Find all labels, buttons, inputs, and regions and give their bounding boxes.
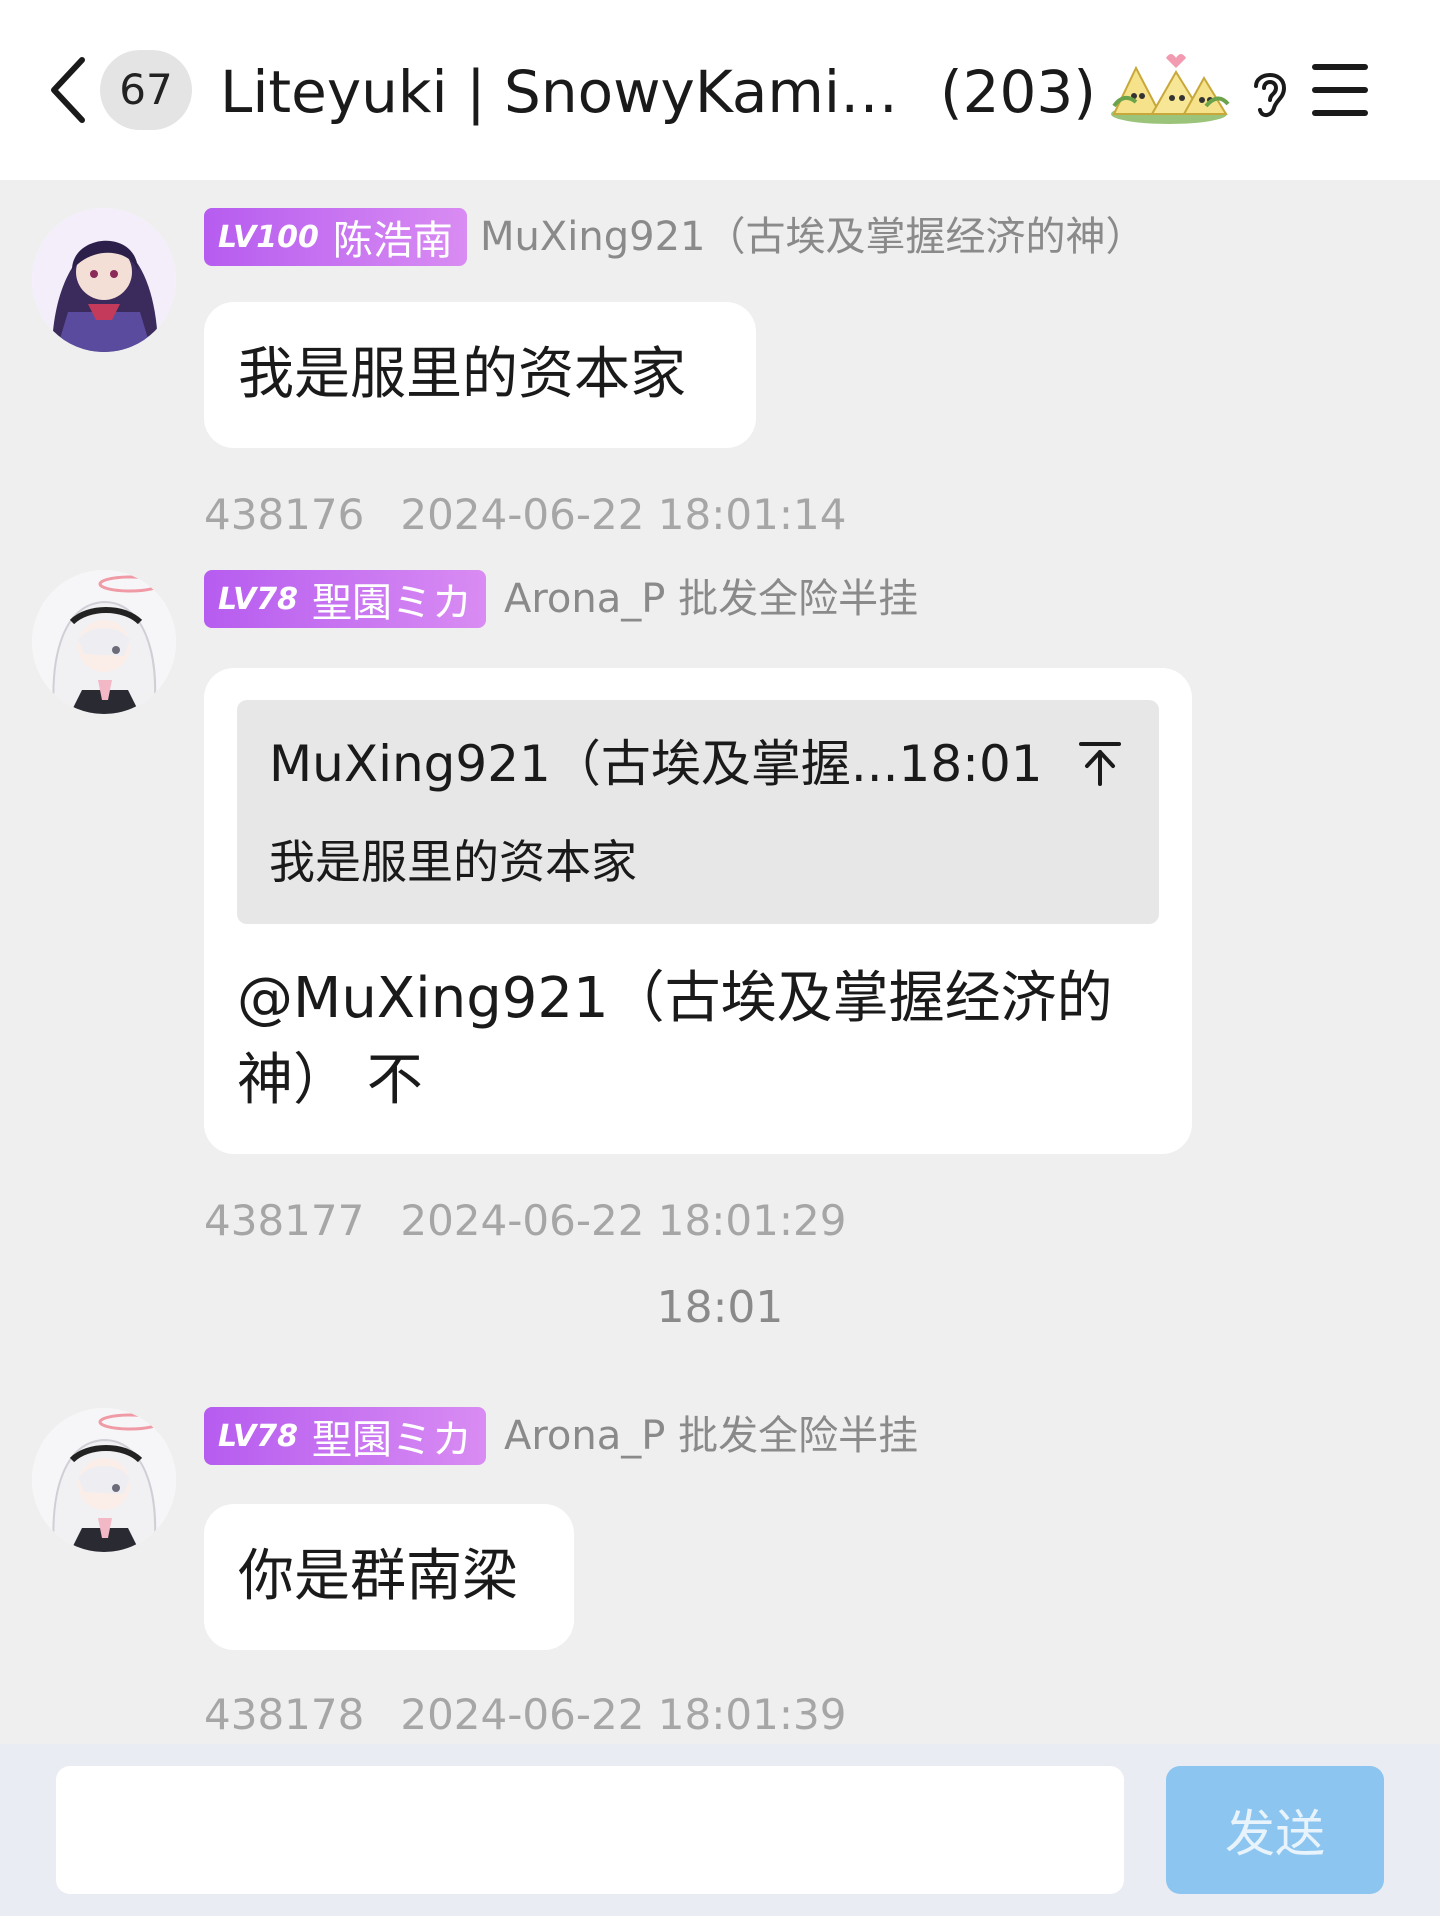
unread-count-badge[interactable]: 67 xyxy=(100,50,192,130)
level-label: LV78 xyxy=(218,581,298,617)
level-badge: LV78 聖園ミカ xyxy=(204,1407,486,1465)
message-bubble[interactable]: MuXing921（古埃及掌握...18:01 我是服里的资本家 @MuXing… xyxy=(204,668,1192,1154)
message-text: 我是服里的资本家 xyxy=(238,342,686,407)
member-count[interactable]: (203) xyxy=(940,56,1096,128)
message-timestamp: 2024-06-22 18:01:29 xyxy=(400,1196,847,1245)
sender-name[interactable]: Arona_P 批发全险半挂 xyxy=(504,1407,918,1465)
message-id: 438177 xyxy=(204,1196,365,1245)
quote-text: 我是服里的资本家 xyxy=(269,835,637,889)
message-meta: 438177 2024-06-22 18:01:29 xyxy=(204,1196,846,1246)
chat-screen: 67 Liteyuki | SnowyKami |... (203) LV100… xyxy=(0,0,1440,1916)
chat-header: 67 Liteyuki | SnowyKami |... (203) xyxy=(0,0,1440,180)
level-label: LV78 xyxy=(218,1418,298,1454)
level-badge: LV100 陈浩南 xyxy=(204,208,467,266)
menu-icon[interactable] xyxy=(1308,62,1372,118)
message-bubble[interactable]: 我是服里的资本家 xyxy=(204,302,756,448)
title-badge-label: 陈浩南 xyxy=(332,218,453,264)
avatar[interactable] xyxy=(32,1408,176,1552)
message-timestamp: 2024-06-22 18:01:14 xyxy=(400,490,847,539)
quote-header: MuXing921（古埃及掌握...18:01 xyxy=(269,735,1043,793)
send-button[interactable]: 发送 xyxy=(1166,1766,1384,1894)
level-label: LV100 xyxy=(218,219,319,255)
sender-name[interactable]: Arona_P 批发全险半挂 xyxy=(504,570,918,628)
avatar[interactable] xyxy=(32,570,176,714)
message-id: 438176 xyxy=(204,490,365,539)
message-meta: 438178 2024-06-22 18:01:39 xyxy=(204,1690,846,1740)
message-bubble[interactable]: 你是群南梁 xyxy=(204,1504,574,1650)
title-badge-label: 聖園ミカ xyxy=(311,580,472,626)
message-input[interactable] xyxy=(56,1766,1124,1894)
chat-title[interactable]: Liteyuki | SnowyKami |... xyxy=(220,56,910,128)
time-divider: 18:01 xyxy=(656,1282,784,1333)
title-badge-label: 聖園ミカ xyxy=(311,1417,472,1463)
message-input-bar: 发送 xyxy=(0,1744,1440,1916)
level-badge: LV78 聖園ミカ xyxy=(204,570,486,628)
message-text: 你是群南梁 xyxy=(238,1544,518,1609)
sender-name[interactable]: MuXing921（古埃及掌握经济的神） xyxy=(480,208,1145,266)
avatar[interactable] xyxy=(32,208,176,352)
message-id: 438178 xyxy=(204,1690,365,1739)
message-meta: 438176 2024-06-22 18:01:14 xyxy=(204,490,846,540)
zongzi-emoji-icon xyxy=(1111,54,1230,124)
message-timestamp: 2024-06-22 18:01:39 xyxy=(400,1690,847,1739)
jump-to-original-icon[interactable] xyxy=(1077,738,1123,788)
quoted-reply[interactable]: MuXing921（古埃及掌握...18:01 我是服里的资本家 xyxy=(237,700,1159,924)
message-text: @MuXing921（古埃及掌握经济的神） 不 xyxy=(237,966,1113,1113)
back-arrow-icon[interactable] xyxy=(44,52,94,128)
ear-icon[interactable] xyxy=(1246,62,1294,122)
